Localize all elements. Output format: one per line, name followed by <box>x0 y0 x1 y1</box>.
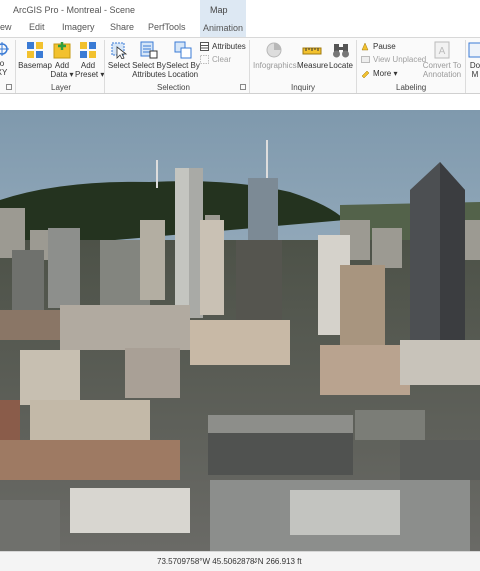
city-scene <box>0 110 480 551</box>
more-labeling-button[interactable]: More ▾ <box>361 69 397 78</box>
more-chevron-icon: ▾ <box>391 69 398 78</box>
map-context-label: Map <box>210 5 228 15</box>
coordinate-format-chevron-icon[interactable]: ⌄ <box>252 556 259 565</box>
view-unplaced-icon <box>361 56 370 63</box>
tab-perftools[interactable]: PerfTools <box>148 22 186 32</box>
scene-view-3d[interactable] <box>0 110 480 551</box>
layer-group-label: Layer <box>51 83 72 92</box>
select-by-attributes-icon <box>140 41 158 59</box>
select-by-location-button[interactable]: Select By Location <box>166 41 200 79</box>
crosshair-icon <box>0 42 9 56</box>
basemap-label: Basemap <box>18 61 52 70</box>
attributes-label: Attributes <box>212 42 246 51</box>
download-icon <box>468 42 480 58</box>
add-preset-label-1: Add <box>80 61 96 70</box>
go-to-xy-label-2: XY <box>0 68 8 77</box>
selection-group-launcher[interactable] <box>240 84 246 90</box>
pause-icon <box>361 42 369 51</box>
clear-selection-icon <box>200 55 209 64</box>
go-to-xy-label-1: o <box>0 59 5 68</box>
convert-annotation-icon: A <box>434 41 450 59</box>
infographics-button[interactable]: Infographics <box>253 41 297 70</box>
add-data-label-1: Add <box>54 61 70 70</box>
coordinates-readout: 73.5709758°W 45.5062878°N <box>157 557 264 566</box>
group-separator <box>104 40 105 93</box>
convert-label-1: Convert To <box>422 61 462 70</box>
clear-label: Clear <box>212 55 232 64</box>
title-bar: ArcGIS Pro - Montreal - Scene Map <box>0 0 480 20</box>
locate-button[interactable]: Locate <box>328 41 354 70</box>
select-cursor-icon <box>111 42 128 59</box>
pause-labeling-button[interactable]: Pause <box>361 42 396 51</box>
more-label: More <box>373 69 392 78</box>
select-button[interactable]: Select <box>106 41 132 70</box>
tab-edit[interactable]: Edit <box>29 22 45 32</box>
group-separator <box>465 40 466 93</box>
ribbon: o XY Basemap Add Data ▾ Add Preset ▾ Lay… <box>0 37 480 94</box>
clear-selection-button[interactable]: Clear <box>200 55 231 64</box>
group-separator <box>249 40 250 93</box>
binoculars-icon <box>333 44 349 58</box>
group-separator <box>356 40 357 93</box>
table-icon <box>200 42 209 51</box>
attributes-button[interactable]: Attributes <box>200 42 246 51</box>
select-label: Select <box>107 61 131 70</box>
view-unplaced-label: View Unplaced <box>373 55 427 64</box>
tab-imagery[interactable]: Imagery <box>62 22 95 32</box>
add-preset-label-2: Preset ▾ <box>75 70 105 79</box>
pause-label: Pause <box>373 42 396 51</box>
group-separator <box>15 40 16 93</box>
download-label-1: Do <box>469 61 480 70</box>
measure-button[interactable]: Measure <box>297 41 329 70</box>
status-bar: 73.5709758°W 45.5062878°N ⌄ 266.913 ft <box>0 551 480 571</box>
select-by-location-label-1: Select By <box>166 61 200 70</box>
ribbon-tab-bar: iew Edit Imagery Share PerfTools Animati… <box>0 20 480 37</box>
add-data-label-2: Data ▾ <box>50 70 74 79</box>
basemap-icon <box>27 42 43 58</box>
select-by-attributes-label-2: Attributes <box>132 70 166 79</box>
map-context-group: Map <box>200 0 246 20</box>
navigate-group-launcher[interactable] <box>6 84 12 90</box>
tab-share[interactable]: Share <box>110 22 134 32</box>
window-title: ArcGIS Pro - Montreal - Scene <box>13 5 136 15</box>
add-preset-button[interactable]: Add Preset ▾ <box>75 41 105 79</box>
measure-label: Measure <box>297 61 329 70</box>
inquiry-group-label: Inquiry <box>291 83 316 92</box>
infographics-icon <box>266 42 282 58</box>
select-by-attributes-label-1: Select By <box>132 61 166 70</box>
add-data-button[interactable]: Add Data ▾ <box>50 41 74 79</box>
download-label-2: M <box>471 70 479 79</box>
select-by-location-icon <box>174 41 192 59</box>
convert-label-2: Annotation <box>422 70 462 79</box>
labeling-group-label: Labeling <box>396 83 427 92</box>
tab-view[interactable]: iew <box>0 22 12 32</box>
download-map-button[interactable]: Do M <box>467 41 480 79</box>
go-to-xy-button[interactable]: o XY <box>0 41 12 77</box>
ruler-icon <box>302 47 322 55</box>
label-more-icon <box>361 70 370 78</box>
basemap-button[interactable]: Basemap <box>18 41 52 70</box>
tab-animation[interactable]: Animation <box>200 20 246 37</box>
convert-to-annotation-button[interactable]: A Convert To Annotation <box>422 41 462 79</box>
select-by-location-label-2: Location <box>167 70 199 79</box>
add-data-icon <box>53 42 71 59</box>
locate-label: Locate <box>328 61 354 70</box>
view-unplaced-button[interactable]: View Unplaced <box>361 55 426 64</box>
elevation-readout: 266.913 ft <box>266 557 302 566</box>
add-preset-icon <box>80 42 96 58</box>
select-by-attributes-button[interactable]: Select By Attributes <box>131 41 167 79</box>
infographics-label: Infographics <box>253 61 297 70</box>
svg-text:A: A <box>439 46 446 57</box>
selection-group-label: Selection <box>157 83 190 92</box>
